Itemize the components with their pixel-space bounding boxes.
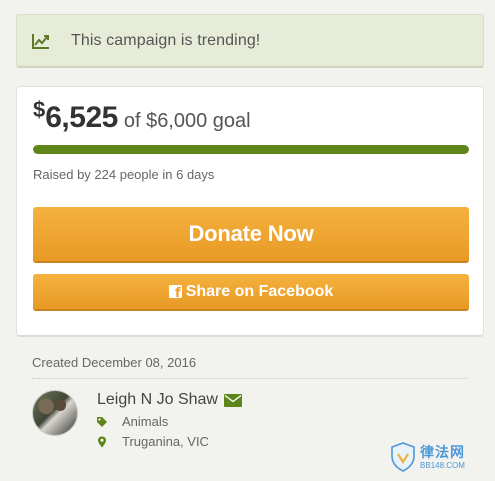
- donation-card: $ 6,525 of $6,000 goal Raised by 224 peo…: [16, 86, 484, 337]
- envelope-icon[interactable]: [224, 394, 242, 407]
- amount-line: $ 6,525 of $6,000 goal: [33, 97, 251, 135]
- raised-amount: 6,525: [45, 101, 118, 134]
- progress-fill: [33, 145, 469, 154]
- share-facebook-label: Share on Facebook: [185, 282, 334, 300]
- raised-by-text: Raised by 224 people in 6 days: [33, 167, 215, 182]
- category-label[interactable]: Animals: [122, 414, 168, 429]
- divider: [32, 378, 468, 379]
- watermark-title: 律法网: [420, 443, 465, 460]
- goal-text: of $6,000 goal: [123, 110, 251, 132]
- progress-bar: [33, 145, 469, 154]
- organizer-name[interactable]: Leigh N Jo Shaw: [97, 391, 218, 409]
- trending-banner: This campaign is trending!: [16, 14, 484, 68]
- location-row: Truganina, VIC: [96, 434, 209, 449]
- organizer-avatar[interactable]: [32, 390, 78, 436]
- created-date: Created December 08, 2016: [32, 355, 197, 370]
- watermark-subtitle: BB148.COM: [420, 460, 465, 470]
- currency-symbol: $: [33, 97, 46, 122]
- tag-icon: [97, 416, 107, 427]
- watermark-logo: 律法网 BB148.COM: [390, 440, 485, 474]
- facebook-icon: f: [168, 285, 182, 298]
- shield-icon: [391, 442, 415, 472]
- map-pin-icon: [98, 436, 106, 447]
- trending-text: This campaign is trending!: [71, 31, 261, 49]
- category-row: Animals: [96, 414, 168, 429]
- donate-now-button[interactable]: Donate Now: [33, 207, 469, 263]
- location-label: Truganina, VIC: [122, 434, 209, 449]
- share-facebook-button[interactable]: f Share on Facebook: [33, 274, 469, 311]
- trending-chart-icon: [32, 33, 49, 49]
